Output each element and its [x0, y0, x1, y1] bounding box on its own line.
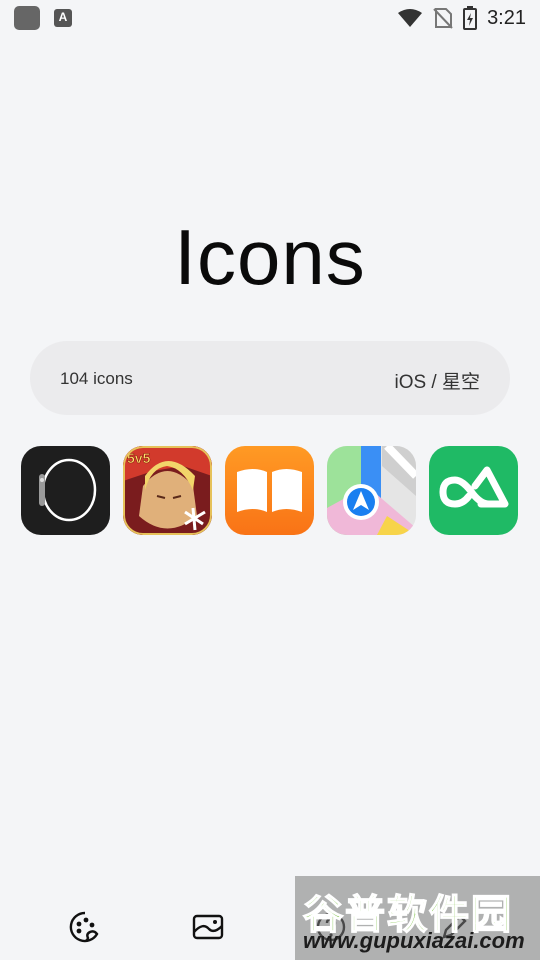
notification-app-icon [14, 6, 40, 30]
icon-count: 104 icons [60, 369, 133, 388]
page-title: Icons [174, 213, 366, 301]
watermark-overlay: 谷普软件园 www.gupuxiazai.com [295, 876, 540, 960]
watch-app-icon[interactable] [21, 446, 110, 535]
no-sim-icon [433, 8, 453, 29]
wallpaper-icon[interactable] [191, 910, 225, 944]
palette-icon[interactable] [68, 910, 102, 944]
icon-preview-row: 5v5 [21, 446, 519, 535]
clock: 3:21 [487, 6, 526, 29]
status-bar: A 3:21 [0, 0, 540, 36]
maps-app-icon[interactable] [327, 446, 416, 535]
honor-of-kings-app-icon[interactable]: 5v5 [123, 446, 212, 535]
icon-pack-name: iOS / 星空 [394, 372, 480, 393]
battery-charging-icon [463, 6, 478, 30]
green-arrow-app-icon[interactable] [429, 446, 518, 535]
icon-pack-info-bar[interactable]: 104 icons iOS / 星空 [30, 341, 510, 415]
keyboard-a-icon: A [54, 9, 72, 27]
wifi-icon [398, 9, 423, 27]
books-app-icon[interactable] [225, 446, 314, 535]
watermark-url: www.gupuxiazai.com [303, 928, 525, 953]
